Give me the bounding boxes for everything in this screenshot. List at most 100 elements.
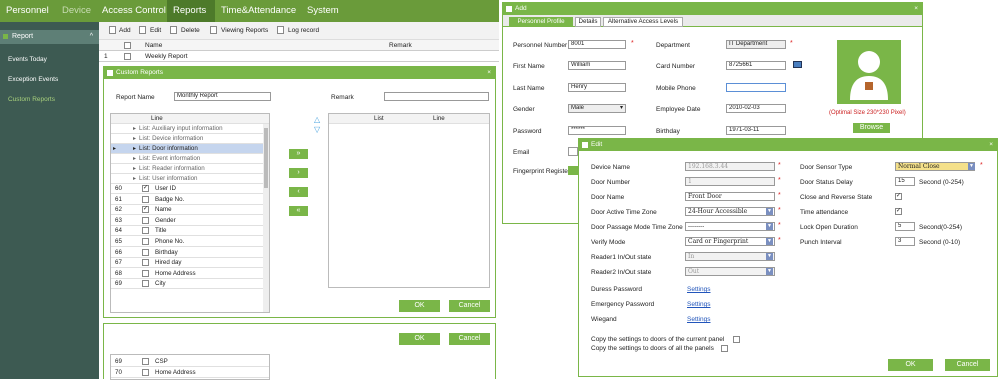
field-row[interactable]: 63 Gender [111, 216, 269, 226]
field-row[interactable]: 62 ✓ Name [111, 205, 269, 216]
gender-select[interactable]: Male [568, 104, 626, 113]
edit-right-spinner[interactable]: 3 [895, 237, 915, 246]
delete-button[interactable]: Delete [181, 27, 200, 34]
edit-right-checkbox[interactable]: ✓ [895, 193, 902, 200]
chevron-down-icon[interactable]: ▼ [968, 163, 975, 170]
edit-cancel-button[interactable]: Cancel [945, 359, 990, 371]
field-checkbox[interactable] [142, 195, 149, 203]
list-item[interactable]: ▸ List: Auxiliary input information [111, 124, 269, 134]
move-all-right-button[interactable]: » [289, 149, 308, 159]
field-checkbox[interactable] [142, 280, 149, 288]
edit-ok-button[interactable]: OK [888, 359, 933, 371]
close-icon[interactable]: × [487, 67, 491, 79]
nav-reports[interactable]: Reports [167, 0, 215, 22]
edit-field-input[interactable]: -------- [685, 222, 775, 231]
chevron-down-icon[interactable]: ▼ [766, 268, 773, 275]
edit-field-input[interactable]: In [685, 252, 775, 261]
edit-field-input[interactable]: 192.168.3.44 [685, 162, 775, 171]
close-icon[interactable]: × [914, 3, 918, 15]
edit-field-input[interactable]: Card or Fingerprint [685, 237, 775, 246]
chevron-down-icon[interactable]: ▼ [766, 253, 773, 260]
sidebar-header-report[interactable]: Report ^ [0, 30, 99, 44]
list-item[interactable]: ▸ List: Device information [111, 134, 269, 144]
move-down-icon[interactable]: ▽ [314, 125, 320, 134]
duress-settings-link[interactable]: Settings [687, 286, 711, 293]
move-all-left-button[interactable]: « [289, 206, 308, 216]
cancel-button[interactable]: Cancel [449, 300, 490, 312]
list-item[interactable]: 70 Home Address [111, 368, 269, 378]
sidebar-item-custom-reports[interactable]: Custom Reports [8, 96, 55, 103]
browse-button[interactable]: Browse [853, 123, 890, 133]
edit-field-input[interactable]: Out [685, 267, 775, 276]
collapse-icon[interactable]: ^ [90, 30, 93, 44]
chevron-down-icon[interactable]: ▾ [620, 104, 623, 111]
close-icon[interactable]: × [989, 139, 993, 151]
field-checkbox[interactable]: ✓ [142, 185, 149, 192]
mobile-phone-input[interactable] [726, 83, 786, 92]
card-number-input[interactable]: 8725661 [726, 61, 786, 70]
field-row[interactable]: 64 Title [111, 226, 269, 237]
remark-input[interactable] [384, 92, 489, 101]
move-up-icon[interactable]: △ [314, 115, 320, 124]
field-row[interactable]: 67 Hired day [111, 258, 269, 269]
edit-field-input[interactable]: 24-Hour Accessible [685, 207, 775, 216]
bottom-cancel-button[interactable]: Cancel [449, 333, 490, 345]
field-row[interactable]: 68 Home Address [111, 269, 269, 279]
report-name-input[interactable]: Monthly Report [174, 92, 271, 101]
last-name-input[interactable]: Henry [568, 83, 626, 92]
field-checkbox[interactable] [142, 269, 149, 277]
department-select[interactable]: IT Department [726, 40, 786, 49]
nav-system[interactable]: System [307, 0, 339, 22]
door-sensor-type-select[interactable]: Normal Close [895, 162, 975, 171]
select-all-checkbox[interactable] [124, 42, 131, 49]
sidebar-item-events-today[interactable]: Events Today [8, 56, 47, 63]
emergency-settings-link[interactable]: Settings [687, 301, 711, 308]
bottom-ok-button[interactable]: OK [399, 333, 440, 345]
copy-current-panel-checkbox[interactable] [733, 336, 740, 343]
chevron-down-icon[interactable]: ▼ [766, 238, 773, 245]
scrollbar[interactable] [263, 124, 269, 312]
personnel-number-input[interactable]: 8001 [568, 40, 626, 49]
move-left-button[interactable]: ‹ [289, 187, 308, 197]
field-row[interactable]: 61 Badge No. [111, 195, 269, 205]
nav-device[interactable]: Device [62, 0, 91, 22]
chevron-down-icon[interactable]: ▼ [766, 223, 773, 230]
fingerprint-register-button[interactable] [568, 166, 578, 175]
viewing-reports-button[interactable]: Viewing Reports [221, 27, 268, 34]
edit-right-checkbox[interactable]: ✓ [895, 208, 902, 215]
wiegand-settings-link[interactable]: Settings [687, 316, 711, 323]
tab-personnel-profile[interactable]: Personnel Profile [509, 17, 573, 27]
field-checkbox[interactable] [142, 238, 149, 245]
first-name-input[interactable]: William [568, 61, 626, 70]
table-row[interactable]: 1 Weekly Report [99, 51, 499, 62]
birthday-input[interactable]: 1971-03-11 [726, 126, 786, 135]
nav-time-attendance[interactable]: Time&Attendance [221, 0, 296, 22]
field-row[interactable]: 60 ✓ User ID [111, 184, 269, 194]
list-item[interactable]: ▸ List: User information [111, 174, 269, 184]
field-row[interactable]: 69 City [111, 279, 269, 290]
field-checkbox[interactable] [142, 259, 149, 267]
field-row[interactable]: 66 Birthday [111, 248, 269, 258]
copy-all-panels-checkbox[interactable] [721, 345, 728, 352]
field-row[interactable]: 65 Phone No. [111, 237, 269, 247]
field-checkbox[interactable] [142, 227, 149, 235]
chevron-down-icon[interactable]: ▼ [766, 208, 773, 215]
add-button[interactable]: Add [119, 27, 131, 34]
tab-alternative-access-levels[interactable]: Alternative Access Levels [603, 17, 683, 27]
email-input[interactable] [568, 147, 578, 156]
field-checkbox[interactable] [142, 248, 149, 256]
list-item[interactable]: ▸ List: Reader information [111, 164, 269, 174]
move-right-button[interactable]: › [289, 168, 308, 178]
row-checkbox[interactable] [124, 53, 131, 60]
edit-right-spinner[interactable]: 15 [895, 177, 915, 186]
nav-personnel[interactable]: Personnel [6, 0, 49, 22]
photo-placeholder[interactable] [837, 40, 901, 104]
list-item-selected[interactable]: ▸ ▸ List: Door information [111, 144, 269, 154]
edit-field-input[interactable]: Front Door [685, 192, 775, 201]
log-record-button[interactable]: Log record [288, 27, 319, 34]
field-checkbox[interactable] [142, 216, 149, 224]
password-input[interactable]: ****** [568, 126, 626, 135]
sidebar-item-exception-events[interactable]: Exception Events [8, 76, 58, 83]
nav-access-control[interactable]: Access Control [102, 0, 166, 22]
card-reader-icon[interactable] [793, 61, 802, 68]
